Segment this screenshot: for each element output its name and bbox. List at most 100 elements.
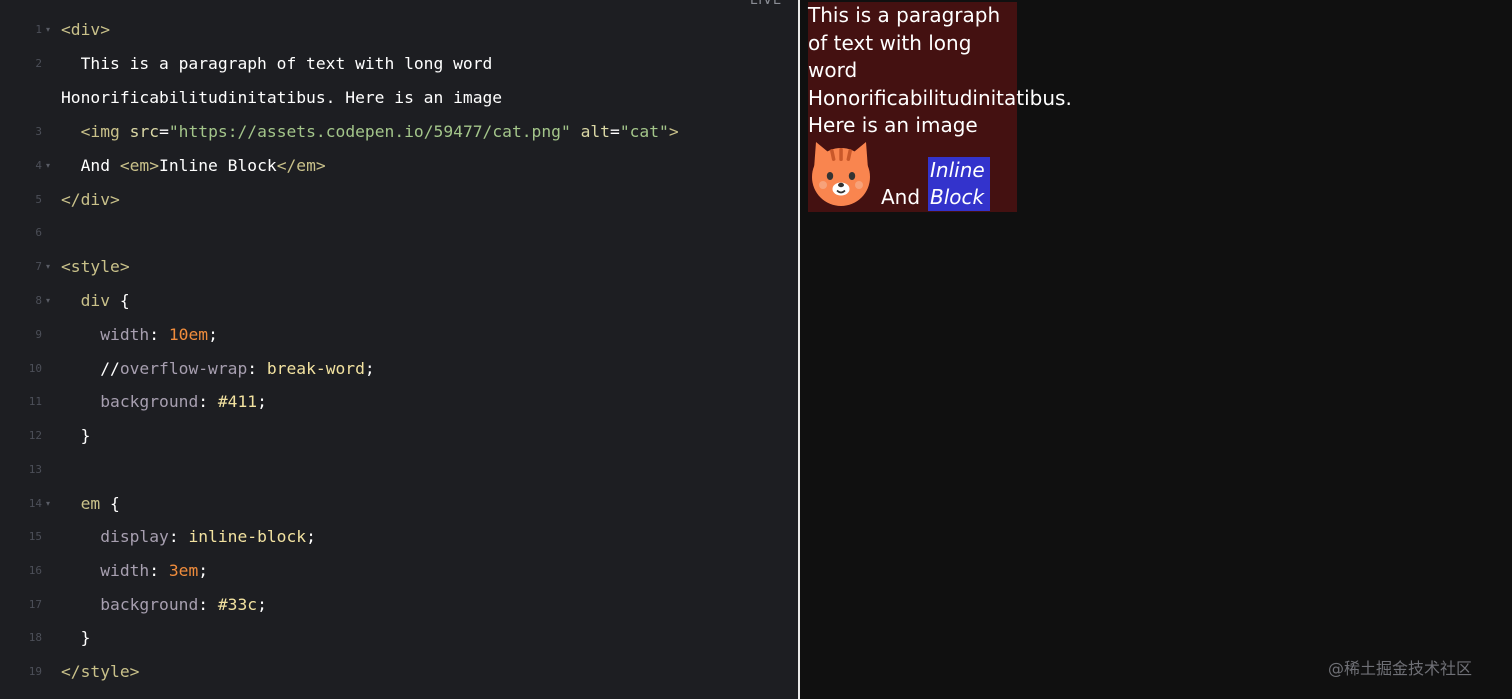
code-line: 15 display: inline-block; xyxy=(0,520,798,554)
code-text: Honorificabilitudinitatibus. Here is an … xyxy=(61,88,503,107)
token-em-close: </em> xyxy=(276,156,326,175)
code-text: } xyxy=(61,621,91,655)
code-line: 10 //overflow-wrap: break-word; xyxy=(0,352,798,386)
token-width-value: 10em xyxy=(168,325,209,344)
token-brace-open: { xyxy=(110,494,120,513)
fold-arrow-icon[interactable]: ▾ xyxy=(46,487,50,521)
code-line: 19 </style> xyxy=(0,655,798,689)
token-div-open: <div> xyxy=(61,20,111,39)
code-text: <div> xyxy=(61,13,110,47)
token-em-selector: em xyxy=(80,494,101,513)
em-line: Block xyxy=(930,185,985,209)
fold-arrow-icon[interactable]: ▾ xyxy=(46,13,50,47)
token-brace-close: } xyxy=(80,426,91,445)
line-number: 6 xyxy=(35,226,42,239)
line-number: 12 xyxy=(28,429,42,442)
code-text: display: inline-block; xyxy=(100,527,316,546)
token-src-attr: src xyxy=(129,122,160,141)
code-text: background: #411; xyxy=(100,392,267,411)
em-line: Inline xyxy=(930,158,985,182)
token-background-value: #33c xyxy=(217,595,258,614)
line-number: 3 xyxy=(35,125,42,138)
line-number: 4 xyxy=(35,159,42,172)
token-alt-attr: alt xyxy=(580,122,610,141)
token-div-selector: div xyxy=(80,291,111,310)
token-comment: // xyxy=(100,359,120,378)
token-overflow-value: break-word xyxy=(266,359,365,378)
token-style-open: <style> xyxy=(61,257,130,276)
line-number: 19 xyxy=(28,665,42,678)
token-and: And xyxy=(61,156,120,175)
token-width-prop: width xyxy=(100,325,150,344)
line-number: 18 xyxy=(28,631,42,644)
token-width-prop: width xyxy=(100,561,150,580)
code-text: And <em>Inline Block</em> xyxy=(61,149,326,183)
code-line: 3 <img src="https://assets.codepen.io/59… xyxy=(0,115,798,149)
line-number: 13 xyxy=(28,463,42,476)
code-line: 1 ▾ <div> xyxy=(0,13,798,47)
line-number: 15 xyxy=(28,530,42,543)
token-src-value: "https://assets.codepen.io/59477/cat.png… xyxy=(168,122,571,141)
demo-paragraph: This is a paragraph of text with long wo… xyxy=(808,2,1108,140)
cat-face-icon xyxy=(812,142,870,206)
line-number: 14 xyxy=(28,497,42,510)
code-line: 2 This is a paragraph of text with long … xyxy=(0,47,798,81)
code-text: <img src="https://assets.codepen.io/5947… xyxy=(80,122,679,141)
code-text: //overflow-wrap: break-word; xyxy=(100,359,375,378)
token-img-close: > xyxy=(668,122,679,141)
demo-line: This is a paragraph xyxy=(808,3,1001,27)
code-line: 12 } xyxy=(0,419,798,453)
code-line: 16 width: 3em; xyxy=(0,554,798,588)
line-number: 10 xyxy=(28,362,42,375)
token-overflow-prop: overflow-wrap xyxy=(119,359,248,378)
line-number: 1 xyxy=(35,23,42,36)
code-line: 13 xyxy=(0,453,798,487)
line-number: 9 xyxy=(35,328,42,341)
code-text: This is a paragraph of text with long wo… xyxy=(61,54,493,73)
token-background-prop: background xyxy=(100,392,199,411)
demo-line: of text with long xyxy=(808,30,972,55)
code-editor[interactable]: 1 ▾ <div> 2 This is a paragraph of text … xyxy=(0,0,798,699)
code-text: <style> xyxy=(61,250,130,284)
token-display-prop: display xyxy=(100,527,169,546)
token-style-close: </style> xyxy=(61,662,140,681)
code-text: div { xyxy=(61,284,130,318)
demo-line: word xyxy=(808,58,858,82)
line-number: 2 xyxy=(35,57,42,70)
token-background-value: #411 xyxy=(217,392,258,411)
code-line: 17 background: #33c; xyxy=(0,588,798,622)
demo-div-box: This is a paragraph of text with long wo… xyxy=(808,2,1072,212)
live-label: LIVE xyxy=(750,0,783,8)
token-brace-open: { xyxy=(119,291,130,310)
code-line: 7 ▾ <style> xyxy=(0,250,798,284)
fold-arrow-icon[interactable]: ▾ xyxy=(46,250,50,284)
watermark-text: @稀土掘金技术社区 xyxy=(1328,659,1473,678)
code-line: 9 width: 10em; xyxy=(0,318,798,352)
token-em-open: <em> xyxy=(119,156,160,175)
code-text: background: #33c; xyxy=(100,595,267,614)
cat-stripes xyxy=(830,148,852,161)
code-line: 11 background: #411; xyxy=(0,385,798,419)
demo-and-text: And xyxy=(881,185,921,209)
demo-line: Here is an image xyxy=(808,113,978,137)
code-line: 5 </div> xyxy=(0,183,798,217)
code-text: } xyxy=(61,419,91,453)
line-number: 5 xyxy=(35,193,42,206)
fold-arrow-icon[interactable]: ▾ xyxy=(46,149,50,183)
fold-arrow-icon[interactable]: ▾ xyxy=(46,284,50,318)
demo-line: Honorificabilitudinitatibus. xyxy=(808,85,1072,110)
token-alt-value: "cat" xyxy=(619,122,669,141)
code-line: 18 } xyxy=(0,621,798,655)
demo-inline-block-em: Inline Block xyxy=(928,157,990,211)
code-text: width: 3em; xyxy=(100,561,209,580)
token-width-value: 3em xyxy=(168,561,199,580)
code-line: 4 ▾ And <em>Inline Block</em> xyxy=(0,149,798,183)
token-background-prop: background xyxy=(100,595,199,614)
token-display-value: inline-block xyxy=(188,527,307,546)
line-number: 8 xyxy=(35,294,42,307)
line-number: 17 xyxy=(28,598,42,611)
token-img-open: <img xyxy=(80,122,120,141)
code-line: 8 ▾ div { xyxy=(0,284,798,318)
live-preview-pane: This is a paragraph of text with long wo… xyxy=(800,0,1512,699)
line-number: 11 xyxy=(28,395,42,408)
